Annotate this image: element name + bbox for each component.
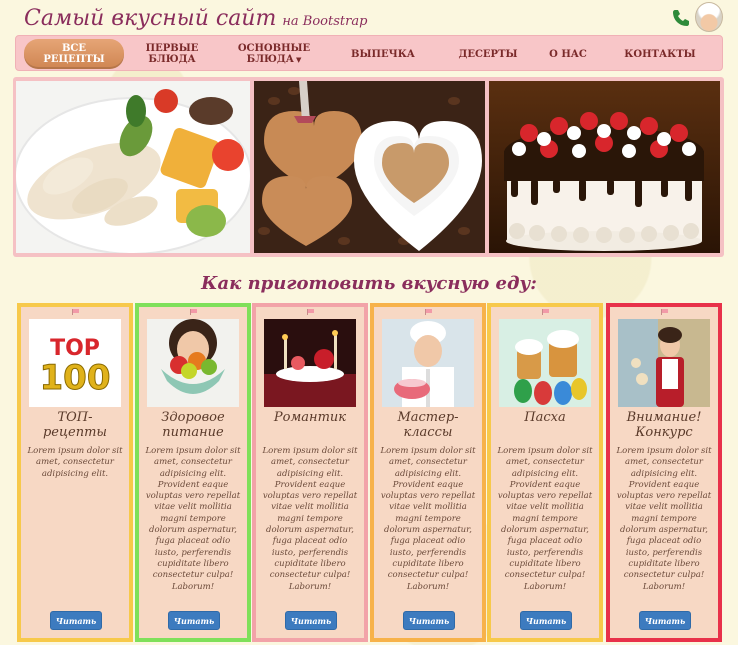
card-title[interactable]: Здоровое питание [141,410,245,440]
card-photo: TOP 100 [29,319,121,407]
nav-item-contacts[interactable]: КОНТАКТЫ [618,36,702,72]
read-button[interactable]: Читать [168,611,220,630]
caret-down-icon: ▼ [295,55,302,64]
card-title[interactable]: ТОП- рецепты [23,410,127,440]
site-header: Самый вкусный сайт на Bootstrap [0,0,738,36]
card-photo [618,319,710,407]
read-button[interactable]: Читать [403,611,455,630]
card-title[interactable]: Романтик [258,410,362,425]
nav-item-label: ПЕРВЫЕ БЛЮДА [145,43,199,65]
banner-image-cake [489,81,720,253]
nav-item-label: ВСЕ РЕЦЕПТЫ [43,43,105,65]
recipe-card: Романтик Lorem ipsum dolor sit amet, cons… [252,303,368,642]
card-photo [382,319,474,407]
nav-item-label: ДЕСЕРТЫ [458,48,518,60]
card-title[interactable]: Мастер- классы [376,410,480,440]
banner-image-chicken [16,81,250,253]
card-photo [147,319,239,407]
chef-avatar[interactable] [695,2,723,32]
card-title[interactable]: Пасха [493,410,597,425]
card-description: Lorem ipsum dolor sit amet, consectetur … [616,446,712,592]
nav-item-first-courses[interactable]: ПЕРВЫЕ БЛЮДА [134,36,210,72]
nav-item-all-recipes[interactable]: ВСЕ РЕЦЕПТЫ [24,39,124,69]
nav-item-label: ВЫПЕЧКА [351,48,415,60]
card-description: Lorem ipsum dolor sit amet, consectetur … [380,446,476,592]
card-title[interactable]: Внимание! Конкурс [612,410,716,440]
nav-item-label: КОНТАКТЫ [624,48,696,60]
card-photo [499,319,591,407]
site-title-text: Самый вкусный сайт [24,6,277,31]
nav-item-about[interactable]: О НАС [541,36,595,72]
nav-item-main-courses[interactable]: ОСНОВНЫЕ БЛЮДА ▼ [226,36,322,72]
recipe-card: TOP 100 ТОП- рецепты Lorem ipsum dolor sit … [17,303,133,642]
card-photo [264,319,356,407]
read-button[interactable]: Читать [285,611,337,630]
banner-image-coffee [254,81,485,253]
site-title[interactable]: Самый вкусный сайт на Bootstrap [24,6,367,31]
recipe-card: Внимание! Конкурс Lorem ipsum dolor sit a… [606,303,722,642]
read-button[interactable]: Читать [50,611,102,630]
card-description: Lorem ipsum dolor sit amet, consectetur … [145,446,241,592]
recipe-card: Мастер- классы Lorem ipsum dolor sit amet… [370,303,486,642]
card-description: Lorem ipsum dolor sit amet, consectetur … [497,446,593,592]
card-description: Lorem ipsum dolor sit amet, consectetur … [262,446,358,592]
nav-item-baking[interactable]: ВЫПЕЧКА [340,36,426,72]
read-button[interactable]: Читать [520,611,572,630]
flag-icon [661,309,668,315]
flag-icon [425,309,432,315]
flag-icon [542,309,549,315]
section-heading: Как приготовить вкусную еду: [201,273,537,294]
nav-item-label: ОСНОВНЫЕ БЛЮДА ▼ [238,43,310,65]
phone-icon[interactable] [671,8,691,28]
flag-icon [307,309,314,315]
card-description: Lorem ipsum dolor sit amet, consectetur … [27,446,123,479]
svg-text:100: 100 [40,358,111,398]
flag-icon [72,309,79,315]
site-subtitle: на Bootstrap [282,14,368,29]
flag-icon [190,309,197,315]
recipe-card: Пасха Lorem ipsum dolor sit amet, consect… [487,303,603,642]
main-navbar: ВСЕ РЕЦЕПТЫ ПЕРВЫЕ БЛЮДА ОСНОВНЫЕ БЛЮДА ▼… [15,35,723,71]
hero-banner [13,77,724,257]
nav-item-desserts[interactable]: ДЕСЕРТЫ [446,36,530,72]
recipe-card: Здоровое питание Lorem ipsum dolor sit am… [135,303,251,642]
read-button[interactable]: Читать [639,611,691,630]
nav-item-label: О НАС [549,48,587,60]
